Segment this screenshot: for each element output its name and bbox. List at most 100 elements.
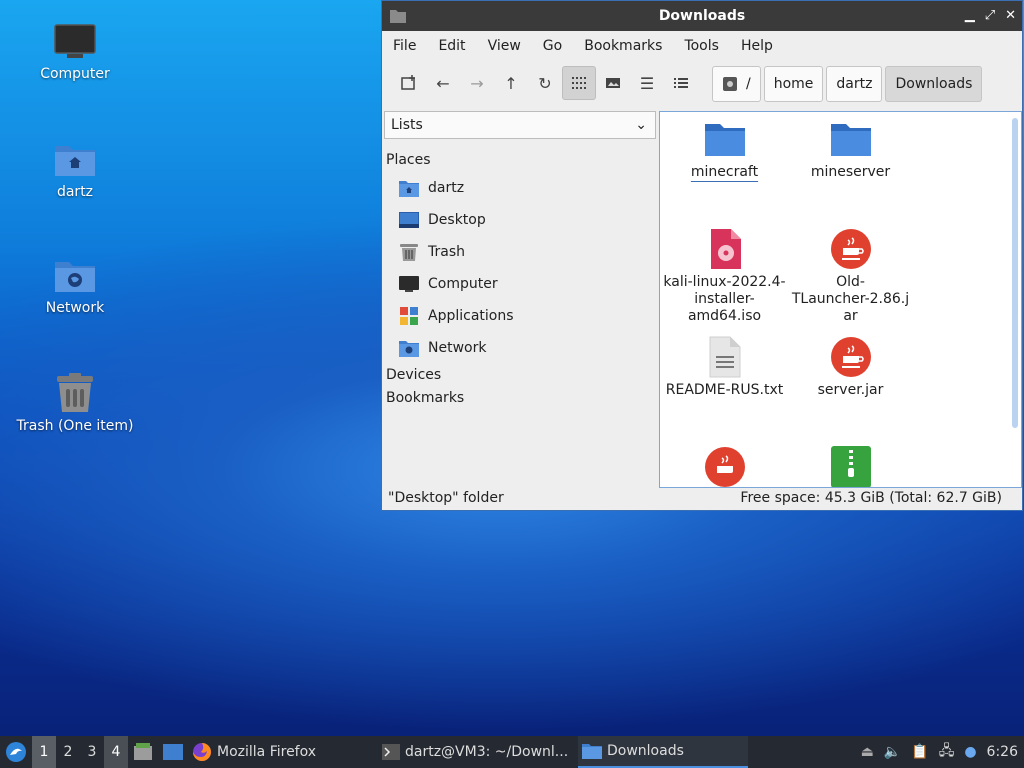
reload-icon: ↻ (538, 73, 552, 93)
file-item-jar[interactable] (662, 446, 787, 487)
menu-tools[interactable]: Tools (684, 38, 719, 54)
notification-icon[interactable]: ● (964, 744, 976, 760)
sidebar-item-applications[interactable]: Applications (382, 300, 658, 332)
show-desktop-launcher[interactable] (158, 743, 188, 761)
menu-file[interactable]: File (393, 38, 416, 54)
detailed-list-icon (674, 78, 688, 88)
side-pane-mode-select[interactable]: Lists ⌄ (384, 111, 656, 139)
devices-header[interactable]: Devices (382, 364, 658, 387)
desktop-icon-network[interactable]: Network (10, 256, 140, 316)
desktop-icon-dartz[interactable]: dartz (10, 140, 140, 200)
desktop-icon (163, 744, 183, 760)
file-item-readme-rus[interactable]: README-RUS.txt (662, 336, 787, 399)
workspace-2[interactable]: 2 (56, 736, 80, 768)
file-manager-window: Downloads ▁ ⤢ ✕ File Edit View Go Bookma… (381, 0, 1023, 511)
breadcrumb-label: dartz (836, 76, 873, 92)
network-status-icon[interactable]: 🖧 (939, 740, 955, 764)
close-button[interactable]: ✕ (1005, 8, 1016, 23)
icon-view-button[interactable] (562, 66, 596, 100)
new-tab-icon (401, 75, 415, 90)
desktop-icon-label: dartz (56, 184, 94, 200)
toolbar: ← → ↑ ↻ ☰ / home dartz Downloads (382, 61, 1022, 105)
eject-icon[interactable]: ⏏ (861, 744, 874, 760)
sidebar-item-label: Network (428, 340, 487, 356)
workspace-4[interactable]: 4 (104, 736, 128, 768)
workspace-3[interactable]: 3 (80, 736, 104, 768)
parent-folder-button[interactable]: ↑ (494, 66, 528, 100)
file-manager-launcher[interactable] (128, 743, 158, 761)
folder-icon (582, 744, 602, 759)
volume-icon[interactable]: 🔈 (884, 744, 901, 760)
desktop-icon-label: Network (45, 300, 105, 316)
breadcrumb-label: / (746, 76, 751, 92)
clipboard-icon[interactable]: 📋 (911, 744, 928, 760)
menu-bookmarks[interactable]: Bookmarks (584, 38, 662, 54)
start-menu-button[interactable] (0, 736, 32, 768)
workspace-1[interactable]: 1 (32, 736, 56, 768)
compact-view-button[interactable]: ☰ (630, 66, 664, 100)
menu-help[interactable]: Help (741, 38, 773, 54)
sidebar-item-label: Trash (428, 244, 465, 260)
vertical-scrollbar[interactable] (1012, 118, 1018, 428)
network-folder-icon (55, 262, 95, 292)
trash-icon (57, 373, 93, 412)
breadcrumb-root[interactable]: / (712, 66, 761, 102)
task-downloads[interactable]: Downloads (578, 736, 748, 768)
desktop-icon-trash[interactable]: Trash (One item) (10, 372, 140, 434)
breadcrumb-downloads[interactable]: Downloads (885, 66, 983, 102)
sidebar-item-label: Applications (428, 308, 514, 324)
sidebar-item-trash[interactable]: Trash (382, 236, 658, 268)
file-item-old-tlauncher-jar[interactable]: Old- TLauncher-2.86.j ar (788, 228, 913, 325)
sidebar-item-desktop[interactable]: Desktop (382, 204, 658, 236)
file-item-label: mineserver (810, 164, 891, 180)
sidebar-item-label: Desktop (428, 212, 486, 228)
file-item-server-jar[interactable]: server.jar (788, 336, 913, 399)
desktop-icon (399, 212, 419, 228)
forward-button[interactable]: → (460, 66, 494, 100)
taskbar: 1 2 3 4 Mozilla Firefox dartz@VM3: ~/Dow… (0, 736, 1024, 768)
menu-edit[interactable]: Edit (438, 38, 465, 54)
desktop-icon-computer[interactable]: Computer (10, 22, 140, 82)
task-firefox[interactable]: Mozilla Firefox (188, 736, 378, 768)
system-tray: ⏏ 🔈 📋 🖧 ● 6:26 (861, 736, 1024, 768)
minimize-button[interactable]: ▁ (965, 8, 975, 23)
new-tab-button[interactable] (392, 66, 426, 100)
file-item-archive[interactable] (788, 446, 913, 487)
archive-icon (830, 446, 871, 487)
file-item-minecraft[interactable]: minecraft (662, 120, 787, 181)
file-view[interactable]: minecraft mineserver kali-linux-2022.4- … (659, 111, 1022, 488)
back-button[interactable]: ← (426, 66, 460, 100)
sidebar-item-dartz[interactable]: dartz (382, 172, 658, 204)
sidebar-item-network[interactable]: Network (382, 332, 658, 364)
menu-go[interactable]: Go (543, 38, 562, 54)
drive-icon (723, 77, 737, 91)
chevron-down-icon: ⌄ (635, 117, 647, 133)
clock[interactable]: 6:26 (987, 744, 1018, 760)
file-item-kali-iso[interactable]: kali-linux-2022.4- installer- amd64.iso (662, 228, 787, 325)
sidebar-item-computer[interactable]: Computer (382, 268, 658, 300)
applications-icon (400, 307, 418, 325)
file-item-label: README-RUS.txt (665, 382, 784, 398)
status-bar: "Desktop" folder Free space: 45.3 GiB (T… (382, 486, 1022, 510)
breadcrumb-label: home (773, 76, 814, 92)
task-label: Mozilla Firefox (217, 744, 317, 760)
network-folder-icon (399, 341, 419, 357)
grid-icon (572, 77, 586, 89)
file-item-mineserver[interactable]: mineserver (788, 120, 913, 181)
maximize-button[interactable]: ⤢ (985, 8, 995, 23)
thumbnail-view-button[interactable] (596, 66, 630, 100)
trash-icon (400, 244, 418, 261)
file-item-label: minecraft (690, 164, 759, 180)
bookmarks-header[interactable]: Bookmarks (382, 387, 658, 410)
menu-view[interactable]: View (488, 38, 521, 54)
breadcrumb-dartz[interactable]: dartz (826, 66, 883, 102)
reload-button[interactable]: ↻ (528, 66, 562, 100)
home-folder-icon (55, 146, 95, 176)
breadcrumb-home[interactable]: home (763, 66, 824, 102)
places-header[interactable]: Places (382, 149, 658, 172)
task-terminal[interactable]: dartz@VM3: ~/Downl... (378, 736, 578, 768)
side-pane-mode-value: Lists (391, 117, 423, 133)
detailed-view-button[interactable] (664, 66, 698, 100)
window-titlebar[interactable]: Downloads ▁ ⤢ ✕ (382, 1, 1022, 31)
disc-image-icon (710, 229, 741, 269)
